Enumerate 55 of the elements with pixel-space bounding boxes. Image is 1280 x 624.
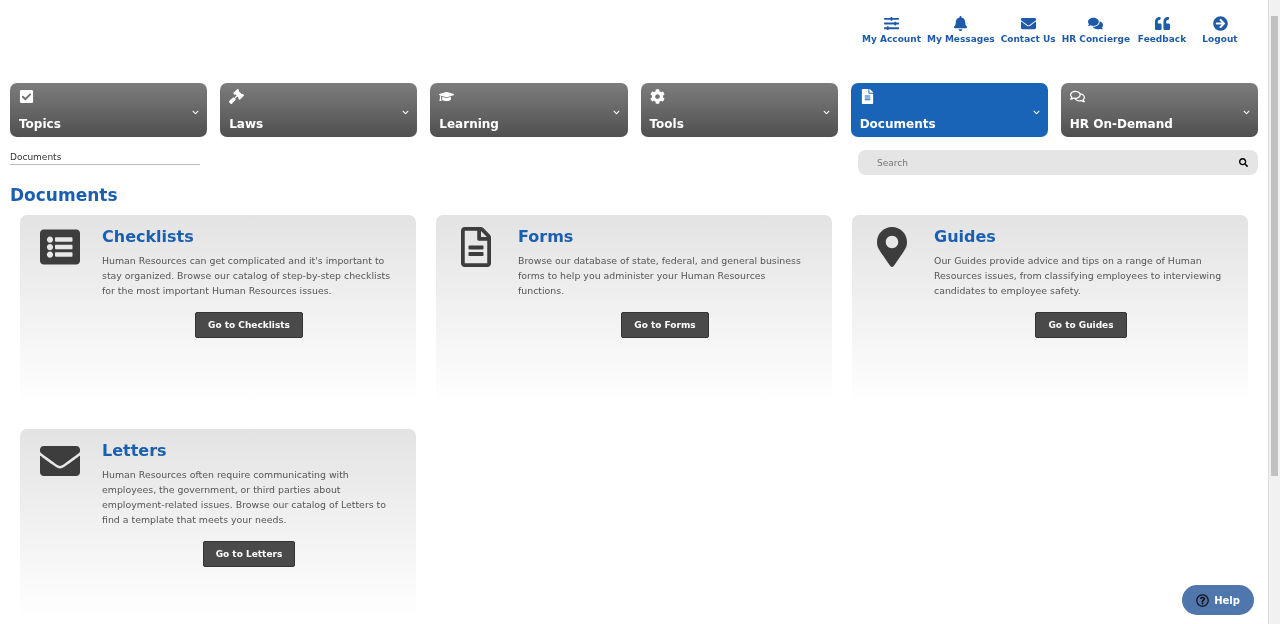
header-link[interactable]: My Account	[862, 16, 921, 83]
sliders-icon	[884, 16, 899, 31]
header-link[interactable]: Contact Us	[1000, 16, 1056, 83]
card-description: Human Resources often require communicating with employees, the government, or third parties about employment-related issues. Browse our catalog of Letters to find a template that meets your needs.	[102, 468, 388, 527]
chat-icon	[1069, 89, 1085, 104]
card-description: Browse our database of state, federal, and general business forms to help you administer your Human Resources functions.	[518, 254, 802, 298]
tab-label: Learning	[439, 117, 500, 131]
header-link[interactable]: My Messages	[926, 16, 995, 83]
header-link[interactable]: Logout	[1194, 16, 1246, 83]
header-link[interactable]: Feedback	[1136, 16, 1188, 83]
gear-icon	[649, 89, 665, 104]
nav-tab[interactable]: Learning	[430, 83, 628, 137]
help-icon	[1196, 593, 1210, 607]
card-description: Human Resources can get complicated and it's important to stay organized. Browse our catalog of step-by-step checklists for the most important Human Resources issues.	[102, 254, 392, 298]
nav-tab[interactable]: Tools	[640, 83, 838, 137]
card-title: Checklists	[102, 227, 195, 246]
card-button[interactable]: Go to Checklists	[195, 312, 303, 338]
chevron-down-icon	[402, 109, 410, 116]
checkbox-icon	[19, 89, 34, 104]
help-button[interactable]: Help	[1182, 585, 1254, 615]
chevron-down-icon	[1243, 109, 1250, 116]
tab-label: Laws	[229, 117, 265, 131]
tab-label: Tools	[649, 117, 685, 131]
bell-icon	[953, 16, 969, 31]
card-description: Our Guides provide advice and tips on a range of Human Resources issues, from classifying employees to interviewing candidates to employee safety.	[934, 254, 1223, 298]
quote-icon	[1154, 16, 1170, 31]
nav-tab[interactable]: Documents	[850, 83, 1048, 137]
card-button[interactable]: Go to Letters	[202, 541, 296, 567]
nav-tab[interactable]: HR On-Demand	[1060, 83, 1258, 137]
chevron-down-icon	[192, 109, 200, 116]
header-link[interactable]: HR Concierge	[1061, 16, 1130, 83]
chevron-down-icon	[1032, 109, 1040, 116]
tab-label: HR On-Demand	[1069, 117, 1174, 131]
gavel-icon	[229, 89, 245, 104]
tab-label: Documents	[859, 117, 937, 131]
card-button[interactable]: Go to Forms	[621, 312, 709, 338]
card-title: Letters	[102, 441, 168, 460]
chevron-down-icon	[612, 109, 620, 116]
graduation-cap-icon	[439, 89, 455, 104]
document-icon	[859, 89, 875, 104]
breadcrumb[interactable]: Documents	[10, 152, 200, 165]
page-title: Documents	[10, 185, 119, 205]
nav-tab[interactable]: Laws	[220, 83, 418, 137]
envelope-icon	[1020, 16, 1036, 31]
search-icon[interactable]	[1239, 158, 1248, 167]
card-title: Forms	[518, 227, 575, 246]
nav-tab[interactable]: Topics	[10, 83, 208, 137]
search-input[interactable]: Search	[875, 156, 1239, 169]
chat-icon	[1088, 16, 1104, 31]
chevron-down-icon	[822, 109, 830, 116]
card-button[interactable]: Go to Guides	[1035, 312, 1127, 338]
list-icon	[40, 227, 80, 267]
card-title: Guides	[934, 227, 997, 246]
search-field[interactable]: Search	[858, 150, 1258, 175]
tab-label: Topics	[19, 117, 62, 131]
